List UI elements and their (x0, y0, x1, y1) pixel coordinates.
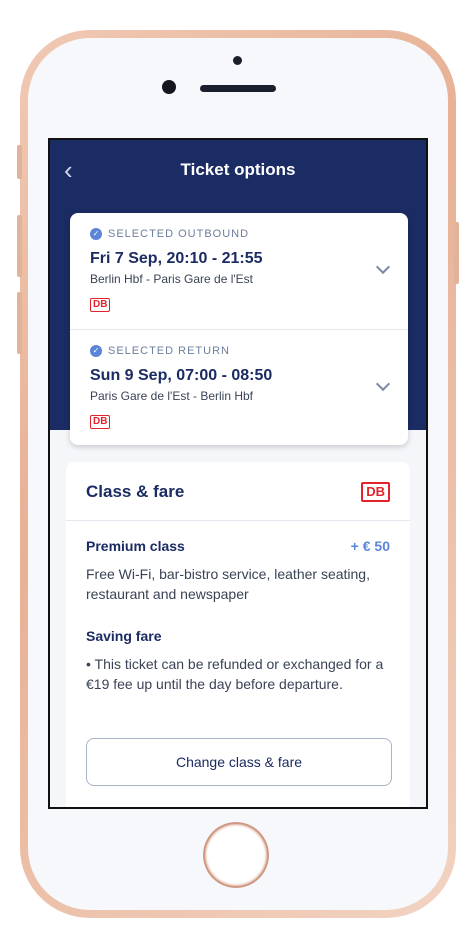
selected-journeys-card: ✓ SELECTED OUTBOUND Fri 7 Sep, 20:10 - 2… (70, 213, 408, 445)
return-status-label: SELECTED RETURN (108, 345, 230, 357)
mute-switch (17, 145, 22, 179)
return-route: Paris Gare de l'Est - Berlin Hbf (90, 389, 254, 403)
class-fare-card: Class & fare DB Premium class + € 50 Fre… (66, 462, 410, 807)
class-description: Free Wi-Fi, bar-bistro service, leather … (86, 566, 370, 602)
db-logo-icon: DB (90, 298, 111, 312)
check-circle-icon: ✓ (90, 228, 102, 240)
change-class-fare-button[interactable]: Change class & fare (86, 738, 392, 786)
outbound-status-label: SELECTED OUTBOUND (108, 228, 250, 240)
proximity-sensor (233, 56, 242, 65)
app-screen: ‹ Ticket options ✓ SELECTED OUTBOUND Fri… (48, 138, 428, 809)
outbound-status: ✓ SELECTED OUTBOUND (90, 228, 249, 240)
fare-description: • This ticket can be refunded or exchang… (86, 656, 384, 692)
page-title: Ticket options (180, 160, 296, 179)
db-logo-icon: DB (361, 482, 390, 502)
check-circle-icon: ✓ (90, 345, 102, 357)
return-time: Sun 9 Sep, 07:00 - 08:50 (90, 367, 273, 384)
chevron-down-icon[interactable] (375, 259, 391, 275)
front-camera (162, 80, 176, 94)
volume-up-button (17, 215, 22, 277)
db-logo-icon: DB (90, 415, 111, 429)
return-status: ✓ SELECTED RETURN (90, 345, 230, 357)
class-fare-header: Class & fare DB (66, 462, 410, 521)
class-price: + € 50 (350, 538, 390, 554)
outbound-journey[interactable]: ✓ SELECTED OUTBOUND Fri 7 Sep, 20:10 - 2… (70, 213, 408, 329)
chevron-down-icon[interactable] (375, 376, 391, 392)
outbound-time: Fri 7 Sep, 20:10 - 21:55 (90, 250, 263, 267)
home-button[interactable] (203, 822, 269, 888)
outbound-route: Berlin Hbf - Paris Gare de l'Est (90, 272, 254, 286)
earpiece-speaker (200, 85, 276, 92)
class-fare-title: Class & fare (86, 482, 185, 501)
power-button (454, 222, 459, 284)
volume-down-button (17, 292, 22, 354)
class-name: Premium class (86, 538, 185, 554)
return-journey[interactable]: ✓ SELECTED RETURN Sun 9 Sep, 07:00 - 08:… (70, 329, 408, 446)
fare-name: Saving fare (86, 628, 162, 644)
